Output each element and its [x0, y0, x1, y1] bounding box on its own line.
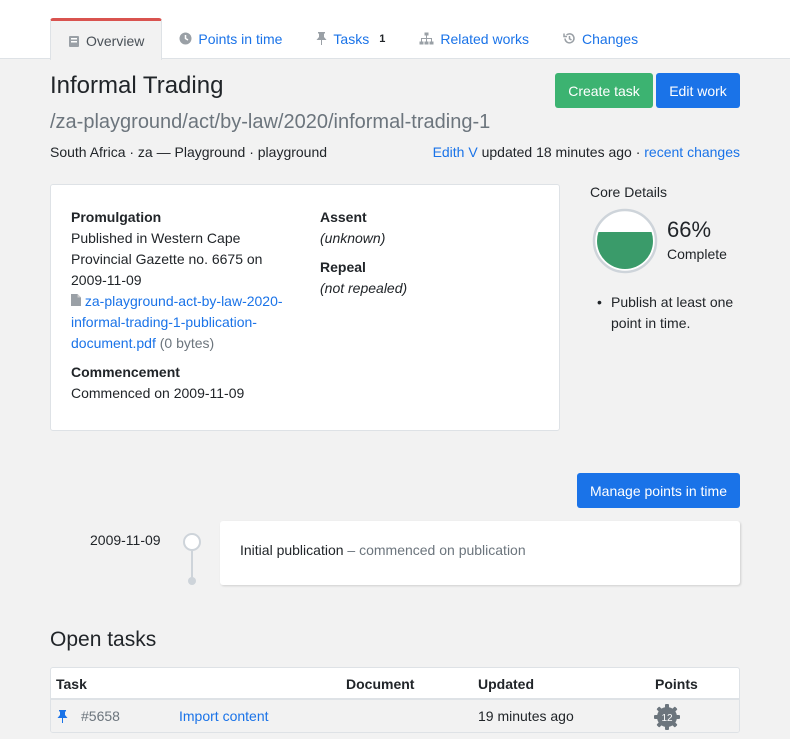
- header-task: Task: [56, 676, 87, 692]
- tab-changes[interactable]: Changes: [546, 18, 655, 59]
- tab-tasks[interactable]: Tasks 1: [299, 18, 402, 59]
- clock-icon: [179, 32, 192, 45]
- timeline-event-detail: – commenced on publication: [343, 542, 526, 558]
- file-icon: [71, 293, 81, 309]
- completion-gauge: [592, 208, 658, 274]
- timeline-end-marker: [188, 577, 196, 585]
- tab-overview[interactable]: Overview: [50, 18, 163, 60]
- completion-label: Complete: [667, 246, 727, 262]
- repeal-label: Repeal: [320, 259, 366, 275]
- tab-changes-label: Changes: [582, 30, 639, 47]
- publication-document: za-playground-act-by-law-2020-informal-t…: [71, 291, 301, 354]
- open-tasks-title: Open tasks: [50, 628, 157, 651]
- core-todo-item: Publish at least one point in time.: [597, 292, 747, 334]
- timeline-date: 2009-11-09: [90, 532, 161, 548]
- timeline-line: [191, 547, 193, 581]
- pin-icon: [57, 710, 68, 726]
- frbr-uri: /za-playground/act/by-law/2020/informal-…: [50, 111, 491, 133]
- table-row[interactable]: #5658 Import content 19 minutes ago 12: [51, 700, 739, 732]
- commencement-label: Commencement: [71, 364, 180, 380]
- timeline-event-card: Initial publication – commenced on publi…: [220, 521, 740, 585]
- timeline-event: Initial publication: [240, 542, 344, 558]
- tab-related-works-label: Related works: [440, 30, 530, 47]
- tasks-count-badge: 1: [379, 32, 386, 45]
- commencement-text: Commenced on 2009-11-09: [71, 385, 245, 401]
- promulgation-label: Promulgation: [71, 209, 162, 225]
- repeal-text: (not repealed): [320, 280, 408, 296]
- edit-work-button[interactable]: Edit work: [656, 73, 740, 108]
- task-points: 12: [661, 713, 673, 724]
- timeline-marker: [183, 533, 201, 551]
- task-id: #5658: [81, 708, 120, 724]
- tab-tasks-label: Tasks: [333, 30, 370, 47]
- recent-changes-link[interactable]: recent changes: [644, 144, 740, 160]
- table-header: Task Document Updated Points: [51, 668, 739, 700]
- top-bar: Overview Points in time Tasks 1 Related …: [0, 0, 790, 60]
- header-points: Points: [655, 676, 698, 692]
- promulgation-text: Published in Western Cape Provincial Gaz…: [71, 230, 263, 288]
- tab-overview-label: Overview: [86, 33, 145, 49]
- core-todo-list: Publish at least one point in time.: [597, 292, 747, 334]
- tab-related-works[interactable]: Related works: [402, 18, 546, 59]
- task-title-link[interactable]: Import content: [179, 708, 269, 724]
- work-meta: South Africa · za — Playground · playgro…: [50, 144, 328, 160]
- work-title: Informal Trading: [50, 72, 224, 99]
- assent-text: (unknown): [320, 230, 386, 246]
- work-tabs: Overview Points in time Tasks 1 Related …: [50, 18, 655, 60]
- updated-by-link[interactable]: Edith V: [433, 144, 478, 160]
- open-tasks-table: Task Document Updated Points #5658 Impor…: [50, 667, 740, 733]
- task-updated: 19 minutes ago: [478, 708, 574, 724]
- work-details-card: Promulgation Published in Western Cape P…: [50, 184, 560, 431]
- core-details-title: Core Details: [590, 184, 668, 200]
- header-document: Document: [346, 676, 415, 692]
- history-icon: [563, 32, 576, 45]
- updated-info: Edith V updated 18 minutes ago · recent …: [433, 144, 740, 160]
- header-updated: Updated: [478, 676, 534, 692]
- create-task-button[interactable]: Create task: [555, 73, 653, 108]
- tab-points-in-time-label: Points in time: [198, 30, 283, 47]
- publication-size: (0 bytes): [155, 335, 215, 351]
- points-badge-icon: 12: [654, 704, 680, 730]
- completion-percent: 66%: [667, 217, 712, 242]
- manage-points-in-time-button[interactable]: Manage points in time: [577, 473, 740, 508]
- book-icon: [68, 35, 80, 48]
- pin-icon: [316, 32, 327, 45]
- updated-text: updated 18 minutes ago ·: [477, 144, 645, 160]
- tab-points-in-time[interactable]: Points in time: [162, 18, 299, 59]
- sitemap-icon: [419, 32, 434, 45]
- details-column-left: Promulgation Published in Western Cape P…: [71, 207, 301, 404]
- details-column-right: Assent (unknown) Repeal (not repealed): [320, 207, 540, 299]
- assent-label: Assent: [320, 209, 367, 225]
